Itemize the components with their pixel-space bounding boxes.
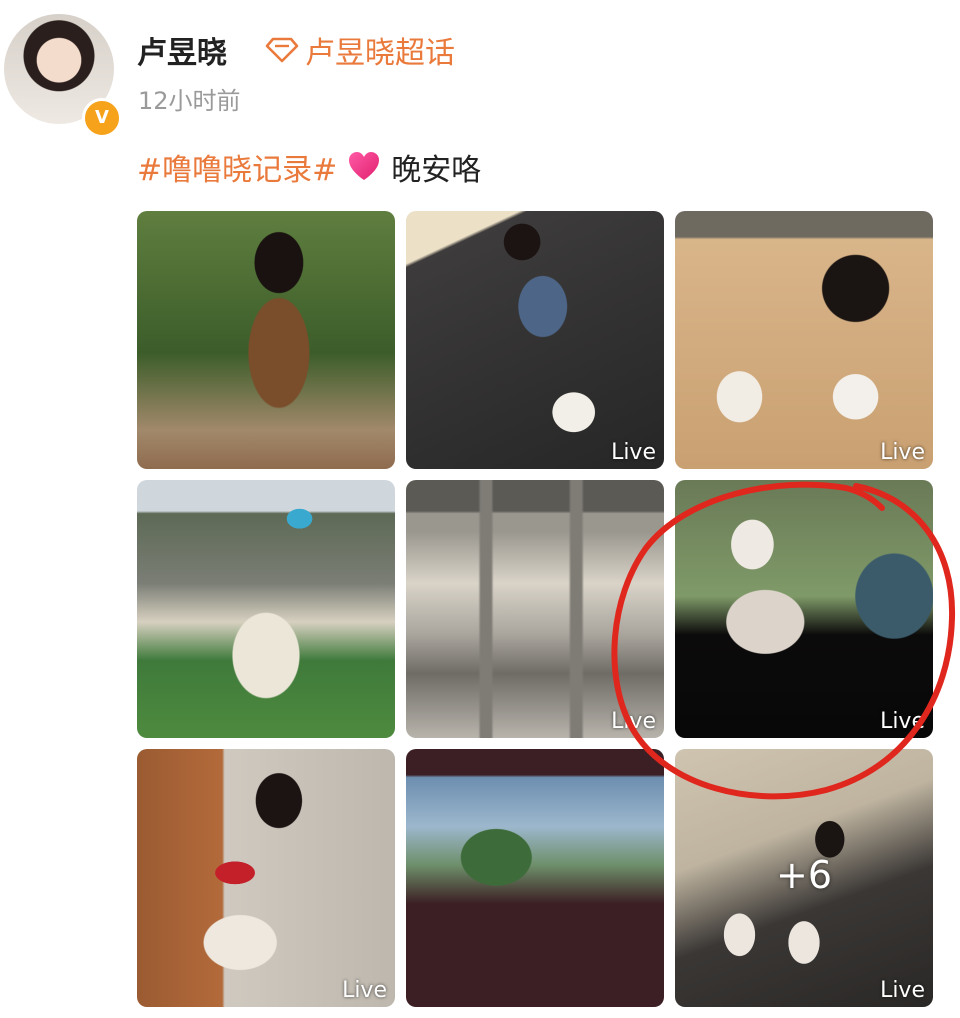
post-text: #噜噜晓记录# 晚安咯 [137, 145, 481, 189]
live-badge: Live [880, 978, 925, 1003]
hashtag-link[interactable]: #噜噜晓记录# [137, 145, 337, 189]
user-name[interactable]: 卢昱晓 [137, 28, 227, 72]
diamond-icon [265, 37, 299, 63]
live-badge: Live [342, 978, 387, 1003]
live-badge: Live [611, 440, 656, 465]
photo-tile[interactable] [137, 211, 395, 469]
photo-tile[interactable]: Live [675, 480, 933, 738]
super-topic-link[interactable]: 卢昱晓超话 [265, 28, 455, 72]
photo-tile-more[interactable]: +6 Live [675, 749, 933, 1007]
live-badge: Live [880, 440, 925, 465]
photo-tile[interactable] [406, 749, 664, 1007]
photo-tile[interactable]: Live [406, 480, 664, 738]
super-topic-label: 卢昱晓超话 [305, 36, 455, 71]
photo-tile[interactable]: Live [675, 211, 933, 469]
photo-tile[interactable] [137, 480, 395, 738]
heart-icon [349, 152, 380, 180]
live-badge: Live [880, 709, 925, 734]
photo-grid: Live Live Live Live Live +6 Live [137, 211, 933, 1007]
verified-badge-icon: V [82, 98, 122, 138]
post-text-body: 晚安咯 [391, 153, 482, 188]
live-badge: Live [611, 709, 656, 734]
more-photos-count: +6 [775, 853, 833, 897]
photo-tile[interactable]: Live [406, 211, 664, 469]
post-time: 12小时前 [138, 87, 241, 115]
photo-tile[interactable]: Live [137, 749, 395, 1007]
